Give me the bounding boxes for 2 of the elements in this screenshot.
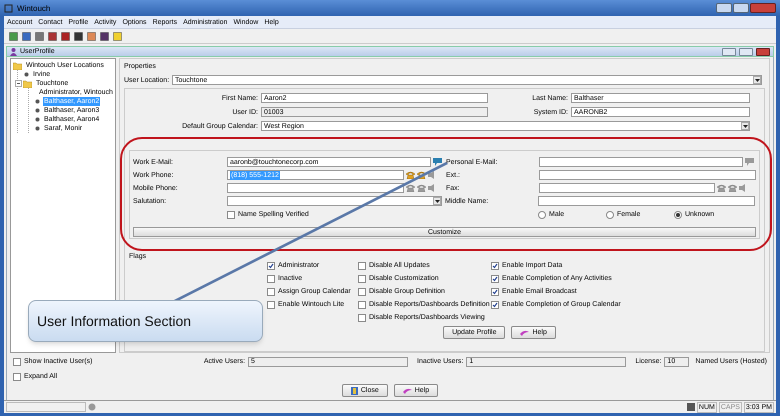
callout: User Information Section xyxy=(28,300,263,342)
window-title: Wintouch xyxy=(17,4,50,12)
